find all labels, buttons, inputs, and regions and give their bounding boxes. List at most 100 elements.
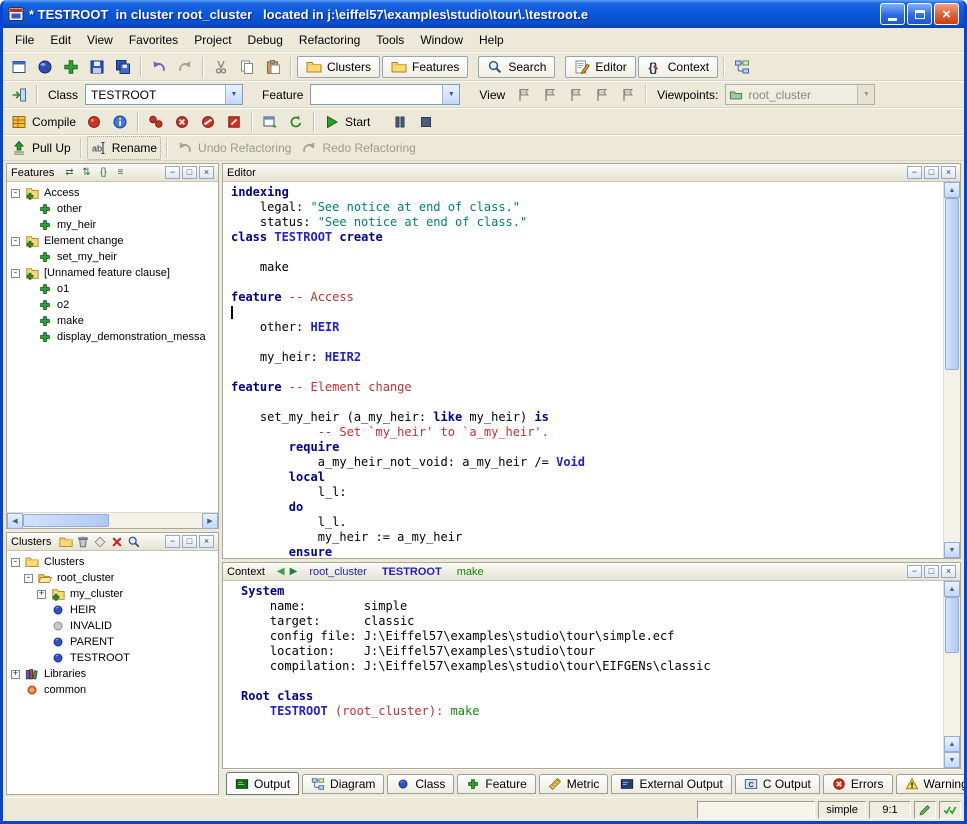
- breadcrumb-make[interactable]: make: [457, 566, 484, 578]
- panel-maximize-button[interactable]: □: [924, 166, 939, 179]
- menu-item-refactoring[interactable]: Refactoring: [291, 29, 368, 51]
- replay-button[interactable]: [284, 110, 308, 134]
- redo-refactoring-button[interactable]: Redo Refactoring: [297, 136, 419, 160]
- flat-view-button[interactable]: [564, 83, 588, 107]
- cluster-item-invalid[interactable]: INVALID: [7, 618, 218, 634]
- feature-item-display-demonstration-messa[interactable]: display_demonstration_messa: [7, 329, 218, 345]
- copy-button[interactable]: [235, 55, 259, 79]
- trash-icon[interactable]: [75, 535, 91, 549]
- panel-minimize-button[interactable]: −: [907, 565, 922, 578]
- send-to-new-tab-button[interactable]: [7, 83, 31, 107]
- open-button[interactable]: [33, 55, 57, 79]
- stop-button[interactable]: [414, 110, 438, 134]
- title-bar[interactable]: * TESTROOT in cluster root_cluster locat…: [3, 0, 964, 28]
- tab-errors[interactable]: Errors: [823, 774, 893, 794]
- tab-feature[interactable]: Feature: [457, 774, 535, 794]
- panel-close-button[interactable]: ×: [199, 166, 214, 179]
- menu-item-window[interactable]: Window: [412, 29, 471, 51]
- undo-button[interactable]: [147, 55, 171, 79]
- clusters-panel-titlebar[interactable]: Clusters − □ ×: [7, 533, 218, 551]
- diamond-icon[interactable]: [92, 535, 108, 549]
- panel-maximize-button[interactable]: □: [182, 166, 197, 179]
- expand-icon[interactable]: +: [11, 670, 20, 679]
- collapse-icon[interactable]: -: [11, 237, 20, 246]
- feature-item-my-heir[interactable]: my_heir: [7, 217, 218, 233]
- scroll-up-button[interactable]: ▲: [944, 182, 960, 198]
- scroll-down-button[interactable]: ▼: [944, 752, 960, 768]
- panel-maximize-button[interactable]: □: [182, 535, 197, 548]
- save-all-button[interactable]: [111, 55, 135, 79]
- pause-button[interactable]: [388, 110, 412, 134]
- menu-item-project[interactable]: Project: [186, 29, 239, 51]
- basic-text-view-button[interactable]: [512, 83, 536, 107]
- feature-item-o2[interactable]: o2: [7, 297, 218, 313]
- cluster-item-testroot[interactable]: TESTROOT: [7, 650, 218, 666]
- feature-combobox[interactable]: ▼: [310, 84, 460, 105]
- tab-diagram[interactable]: Diagram: [302, 774, 384, 794]
- signature-icon[interactable]: {}: [95, 166, 111, 180]
- scrollbar-track[interactable]: [944, 198, 960, 542]
- feature-item-other[interactable]: other: [7, 201, 218, 217]
- menu-item-help[interactable]: Help: [471, 29, 512, 51]
- undo-refactoring-button[interactable]: Undo Refactoring: [173, 136, 295, 160]
- editor-vertical-scrollbar[interactable]: ▲ ▼: [943, 182, 960, 558]
- context-vertical-scrollbar[interactable]: ▲ ▲ ▼: [943, 581, 960, 768]
- scroll-down-button[interactable]: ▼: [944, 542, 960, 558]
- diagram-tool-button[interactable]: [730, 55, 754, 79]
- context-tool-button[interactable]: {} Context: [638, 56, 718, 78]
- new-item-button[interactable]: [59, 55, 83, 79]
- new-window-button[interactable]: [7, 55, 31, 79]
- sort-icon[interactable]: ⇅: [78, 166, 94, 180]
- search-tool-button[interactable]: Search: [478, 56, 555, 78]
- history-forward-button[interactable]: ▶: [290, 566, 298, 577]
- scrollbar-track[interactable]: [23, 513, 202, 528]
- tab-output[interactable]: Output: [226, 772, 299, 795]
- save-button[interactable]: [85, 55, 109, 79]
- features-panel-titlebar[interactable]: Features ⇄ ⇅ {} ≡ − □ ×: [7, 164, 218, 182]
- close-button[interactable]: ×: [934, 3, 959, 25]
- remove-icon[interactable]: [109, 535, 125, 549]
- feature-item-access[interactable]: -Access: [7, 185, 218, 201]
- history-back-button[interactable]: ◀: [277, 566, 285, 577]
- features-horizontal-scrollbar[interactable]: ◀ ▶: [7, 512, 218, 528]
- menu-item-tools[interactable]: Tools: [368, 29, 412, 51]
- menu-item-debug[interactable]: Debug: [240, 29, 291, 51]
- cluster-item-root-cluster[interactable]: -root_cluster: [7, 570, 218, 586]
- melt-button[interactable]: [82, 110, 106, 134]
- scrollbar-thumb[interactable]: [945, 198, 959, 370]
- cluster-item-common[interactable]: common: [7, 682, 218, 698]
- scrollbar-thumb[interactable]: [945, 597, 959, 653]
- collapse-icon[interactable]: -: [11, 189, 20, 198]
- tab-metric[interactable]: Metric: [539, 774, 609, 794]
- scrollbar-thumb[interactable]: [23, 514, 109, 527]
- context-output-area[interactable]: System name: simple target: classic conf…: [223, 581, 943, 768]
- clusters-tool-button[interactable]: Clusters: [297, 56, 380, 78]
- cluster-item-heir[interactable]: HEIR: [7, 602, 218, 618]
- rename-button[interactable]: ab Rename: [87, 136, 161, 160]
- features-tree[interactable]: -Accessothermy_heir-Element changeset_my…: [7, 182, 218, 512]
- collapse-icon[interactable]: -: [11, 558, 20, 567]
- tab-warnings[interactable]: Warnings: [896, 774, 967, 794]
- new-cluster-icon[interactable]: [58, 535, 74, 549]
- menu-item-file[interactable]: File: [7, 29, 42, 51]
- search-icon[interactable]: [126, 535, 142, 549]
- collapse-icon[interactable]: -: [24, 574, 33, 583]
- interface-view-button[interactable]: [616, 83, 640, 107]
- compile-button[interactable]: Compile: [7, 110, 80, 134]
- editor-code-area[interactable]: indexing legal: "See notice at end of cl…: [223, 182, 943, 558]
- cluster-item-my-cluster[interactable]: +my_cluster: [7, 586, 218, 602]
- viewpoints-combobox[interactable]: root_cluster ▼: [725, 84, 875, 105]
- cut-button[interactable]: [209, 55, 233, 79]
- features-tool-button[interactable]: Features: [382, 56, 468, 78]
- tab-c-output[interactable]: CC Output: [735, 774, 820, 794]
- list-view-icon[interactable]: ≡: [112, 166, 128, 180]
- scroll-up-button[interactable]: ▲: [944, 581, 960, 597]
- breadcrumb-root-cluster[interactable]: root_cluster: [309, 566, 366, 578]
- panel-close-button[interactable]: ×: [199, 535, 214, 548]
- feature-item-element-change[interactable]: -Element change: [7, 233, 218, 249]
- menu-item-edit[interactable]: Edit: [42, 29, 79, 51]
- cluster-item-clusters[interactable]: -Clusters: [7, 554, 218, 570]
- scroll-right-button[interactable]: ▶: [202, 513, 218, 529]
- paste-button[interactable]: [261, 55, 285, 79]
- maximize-button[interactable]: [907, 3, 932, 25]
